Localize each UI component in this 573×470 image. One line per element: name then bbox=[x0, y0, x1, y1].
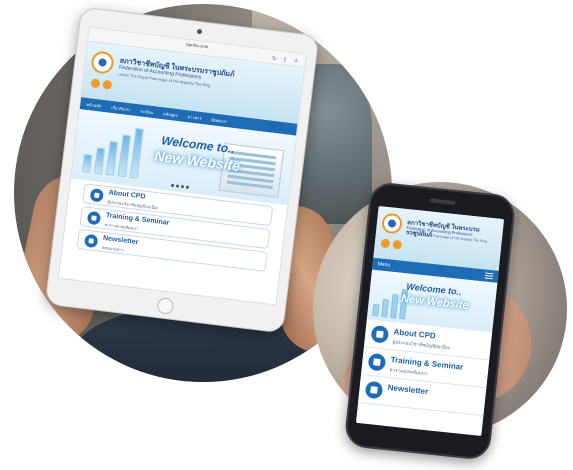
tablet-device: fap.tfac.or.th ↻ ⇪ ＋ สภาวิชาชีพบัญชี ในพ… bbox=[44, 6, 320, 334]
nav-item[interactable]: ระเบียบ bbox=[140, 107, 154, 116]
tablet-camera bbox=[196, 28, 202, 35]
nav-item[interactable]: หน้าหลัก bbox=[86, 100, 102, 109]
photo-composite: fap.tfac.or.th ↻ ⇪ ＋ สภาวิชาชีพบัญชี ในพ… bbox=[0, 0, 573, 470]
cpd-icon bbox=[370, 324, 390, 344]
card-subtitle: จดหมายข่าว bbox=[101, 244, 125, 253]
banner-bars bbox=[82, 122, 144, 179]
language-switch[interactable] bbox=[380, 238, 403, 250]
card-subtitle: ตารางอบรมสัมมนา bbox=[104, 222, 139, 232]
card-subtitle: ตารางอบรมสัมมนา bbox=[389, 367, 428, 376]
training-icon bbox=[86, 210, 102, 226]
lang-th-icon[interactable] bbox=[380, 238, 391, 249]
newsletter-icon bbox=[364, 380, 384, 400]
cpd-icon bbox=[89, 188, 105, 203]
lang-th-icon[interactable] bbox=[90, 78, 101, 89]
nav-item[interactable]: ติดต่อเรา bbox=[211, 116, 228, 125]
phone-device: สภาวิชาชีพบัญชี ในพระบรมราชูปถัมภ์ Feder… bbox=[343, 181, 517, 461]
hamburger-icon[interactable] bbox=[484, 272, 494, 280]
federation-logo-icon[interactable] bbox=[380, 212, 403, 235]
lang-en-icon[interactable] bbox=[392, 239, 403, 250]
menu-label[interactable]: Menu bbox=[377, 261, 390, 268]
card-title: Newsletter bbox=[387, 382, 429, 397]
lang-en-icon[interactable] bbox=[102, 79, 113, 90]
card-subtitle: ผู้ประกอบวิชาชีพบัญชีต่อเนื่อง bbox=[392, 339, 451, 351]
training-icon bbox=[367, 352, 387, 372]
carousel-dots[interactable] bbox=[170, 183, 190, 189]
phone-screen: สภาวิชาชีพบัญชี ในพระบรมราชูปถัมภ์ Feder… bbox=[355, 206, 505, 436]
nav-item[interactable]: ข่าวสาร bbox=[187, 113, 202, 122]
tablet-screen: fap.tfac.or.th ↻ ⇪ ＋ สภาวิชาชีพบัญชี ในพ… bbox=[57, 26, 308, 306]
nav-item[interactable]: หลักสูตร bbox=[163, 110, 178, 119]
language-switch[interactable] bbox=[90, 78, 113, 90]
newsletter-icon bbox=[83, 233, 99, 249]
url-bar[interactable]: fap.tfac.or.th bbox=[186, 42, 208, 50]
phone-speaker bbox=[429, 198, 456, 206]
federation-logo-icon[interactable] bbox=[90, 50, 115, 75]
tablet-home-button[interactable] bbox=[156, 297, 175, 315]
nav-item[interactable]: เกี่ยวกับเรา bbox=[111, 103, 131, 112]
